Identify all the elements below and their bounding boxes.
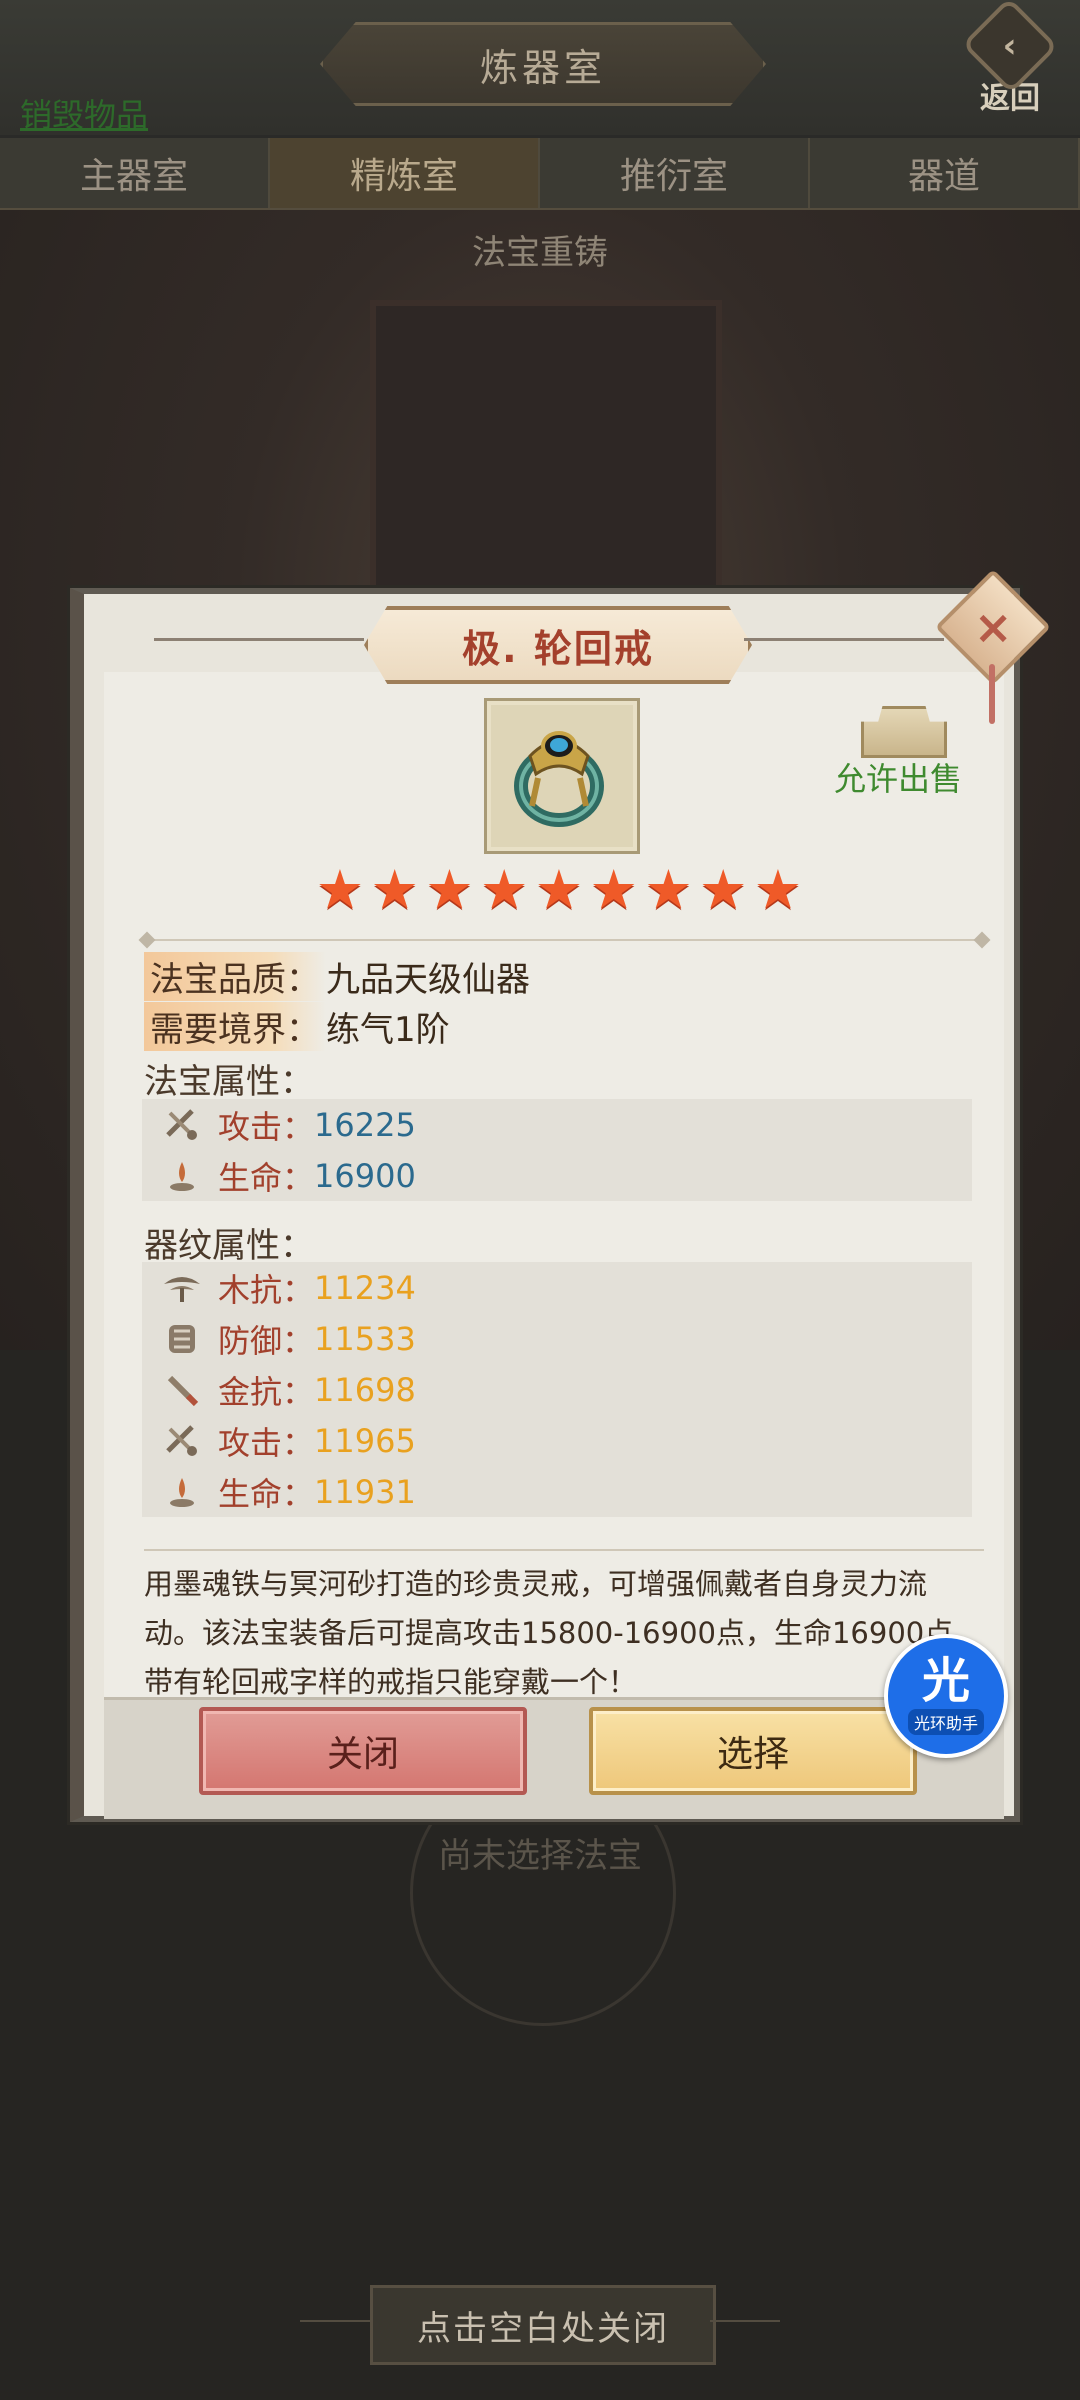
title-ornament-right — [744, 638, 944, 641]
scene-backdrop — [370, 300, 722, 612]
rune-attr-list: 木抗： 11234 防御： 11533 金抗： 11698 攻击： 11965 生命： 11931 — [142, 1262, 972, 1517]
star-icon: ★ — [699, 858, 748, 921]
base-attr-list: 攻击： 16225 生命： 16900 — [142, 1099, 972, 1201]
hint-divider-left — [300, 2320, 370, 2322]
defense-icon — [162, 1319, 202, 1359]
attr-name: 防御： — [218, 1321, 315, 1360]
star-icon: ★ — [644, 858, 693, 921]
attr-row: 生命： 11931 — [142, 1466, 972, 1517]
sale-allowed-label: 允许出售 — [834, 760, 963, 798]
item-detail-dialog: 极. 轮回戒 × 允许出售 ★ ★ ★ ★ ★ ★ ★ ★ ★ 法宝品质： 九品天级仙器 需要境… — [70, 569, 1051, 1822]
attr-row: 攻击： 16225 — [142, 1099, 972, 1150]
attr-value: 11931 — [314, 1472, 416, 1511]
title-ornament-left — [154, 638, 364, 641]
quality-value: 九品天级仙器 — [326, 959, 530, 1000]
attr-value: 11234 — [314, 1268, 416, 1307]
life-icon — [162, 1156, 202, 1196]
quality-row: 法宝品质： 九品天级仙器 — [144, 951, 530, 1001]
metal-resist-icon — [162, 1370, 202, 1410]
base-attr-label: 法宝属性： — [144, 1062, 314, 1102]
divider-top — [144, 939, 984, 941]
realm-key: 需要境界： — [144, 1001, 326, 1051]
close-button[interactable]: 关闭 — [199, 1707, 527, 1795]
star-icon: ★ — [534, 858, 584, 921]
back-button[interactable]: ‹ 返回 — [960, 0, 1060, 117]
select-button[interactable]: 选择 — [589, 1707, 917, 1795]
star-icon: ★ — [753, 858, 803, 921]
quality-key: 法宝品质： — [144, 951, 326, 1001]
close-hint[interactable]: 点击空白处关闭 — [370, 2285, 716, 2365]
attr-row: 生命： 16900 — [142, 1150, 972, 1201]
attack-icon — [162, 1105, 202, 1145]
screen-title-plate: 炼器室 — [320, 22, 766, 106]
tab-bar: 主器室 精炼室 推衍室 器道 — [0, 138, 1080, 210]
attack-icon — [162, 1421, 202, 1461]
helper-label: 光环助手 — [907, 1709, 984, 1735]
screen-title: 炼器室 — [479, 45, 606, 90]
destroy-items-link[interactable]: 销毁物品 — [20, 90, 148, 136]
realm-value: 练气1阶 — [326, 1009, 450, 1050]
item-icon-frame — [484, 698, 640, 854]
wood-resist-icon — [162, 1268, 202, 1308]
attr-value: 11533 — [314, 1319, 416, 1358]
divider-bottom — [144, 1549, 984, 1551]
attr-name: 攻击： — [218, 1423, 315, 1462]
life-icon — [162, 1472, 202, 1512]
item-title-plate: 极. 轮回戒 — [364, 606, 752, 684]
attr-value: 11965 — [314, 1421, 416, 1460]
tab-deduce-room[interactable]: 推衍室 — [540, 138, 810, 208]
star-icon: ★ — [315, 858, 365, 921]
attr-value: 16225 — [314, 1105, 416, 1144]
tab-artifact-way[interactable]: 器道 — [810, 138, 1080, 208]
close-icon: × — [973, 599, 1013, 654]
attr-value: 11698 — [314, 1370, 416, 1409]
attr-row: 防御： 11533 — [142, 1313, 972, 1364]
rune-attr-label: 器纹属性： — [144, 1226, 314, 1266]
star-rating: ★ ★ ★ ★ ★ ★ ★ ★ ★ — [314, 858, 804, 921]
helper-icon: 光 — [921, 1653, 970, 1709]
scene-title: 法宝重铸 — [472, 233, 608, 273]
star-icon: ★ — [589, 858, 638, 921]
attr-row: 木抗： 11234 — [142, 1262, 972, 1313]
item-description: 用墨魂铁与冥河砂打造的珍贵灵戒，可增强佩戴者自身灵力流动。该法宝装备后可提高攻击… — [144, 1567, 983, 1699]
tab-main-room[interactable]: 主器室 — [0, 138, 270, 208]
tab-refine-room[interactable]: 精炼室 — [270, 138, 540, 208]
star-icon: ★ — [370, 858, 419, 921]
star-icon: ★ — [480, 858, 529, 921]
hint-divider-right — [710, 2320, 780, 2322]
attr-name: 金抗： — [218, 1372, 315, 1411]
realm-row: 需要境界： 练气1阶 — [144, 1001, 450, 1051]
attr-value: 16900 — [314, 1156, 416, 1195]
tassel-decoration — [989, 664, 995, 724]
back-arrow-icon: ‹ — [961, 0, 1059, 94]
attr-row: 金抗： 11698 — [142, 1364, 972, 1415]
attr-name: 生命： — [218, 1474, 315, 1513]
attr-name: 生命： — [218, 1158, 315, 1197]
close-hint-text: 点击空白处关闭 — [417, 2308, 669, 2349]
not-selected-text: 尚未选择法宝 — [438, 1836, 642, 1876]
helper-floating-button[interactable]: 光 光环助手 — [884, 1634, 1008, 1758]
attr-row: 攻击： 11965 — [142, 1415, 972, 1466]
item-title: 极. 轮回戒 — [462, 626, 654, 671]
attr-name: 木抗： — [218, 1270, 315, 1309]
ring-icon — [514, 731, 604, 827]
star-icon: ★ — [425, 858, 474, 921]
attr-name: 攻击： — [218, 1107, 315, 1146]
